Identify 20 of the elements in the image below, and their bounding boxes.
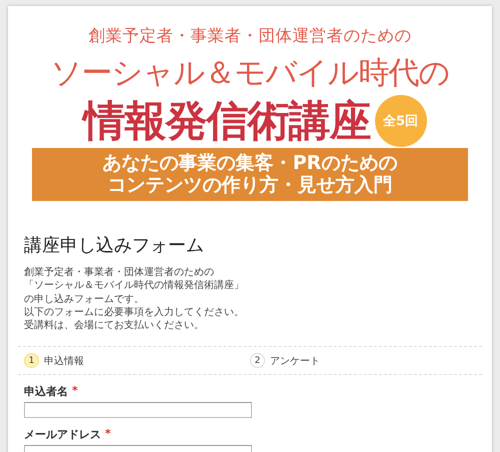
- description-line: 「ソーシャル＆モバイル時代の情報発信術講座」: [24, 279, 245, 293]
- required-mark: *: [105, 427, 111, 440]
- field-label: メールアドレス: [24, 427, 101, 442]
- session-badge: 全5回: [374, 95, 426, 147]
- form-title: 講座申し込みフォーム: [24, 234, 205, 258]
- description-line: 受講料は、会場にてお支払いください。: [24, 319, 205, 332]
- step-number[interactable]: 1: [24, 353, 39, 368]
- tagline: あなたの事業の集客・PRのための: [102, 152, 398, 174]
- banner-subtitle: 創業予定者・事業者・団体運営者のための: [88, 26, 412, 46]
- step-label[interactable]: 申込情報: [44, 354, 84, 368]
- field-label: 申込者名: [24, 384, 68, 400]
- banner-title: 情報発信術講座: [84, 95, 370, 147]
- step-label[interactable]: アンケート: [270, 354, 320, 368]
- description-line: の申し込みフォームです。: [24, 292, 145, 306]
- description-line: 創業予定者・事業者・団体運営者のための: [24, 266, 215, 280]
- description-line: 以下のフォームに必要事項を入力してください。: [24, 306, 245, 320]
- tagline: コンテンツの作り方・見せ方入門: [108, 174, 392, 196]
- banner-title: ソーシャル＆モバイル時代の: [50, 54, 450, 92]
- step-number[interactable]: 2: [250, 353, 265, 368]
- required-mark: *: [72, 384, 78, 398]
